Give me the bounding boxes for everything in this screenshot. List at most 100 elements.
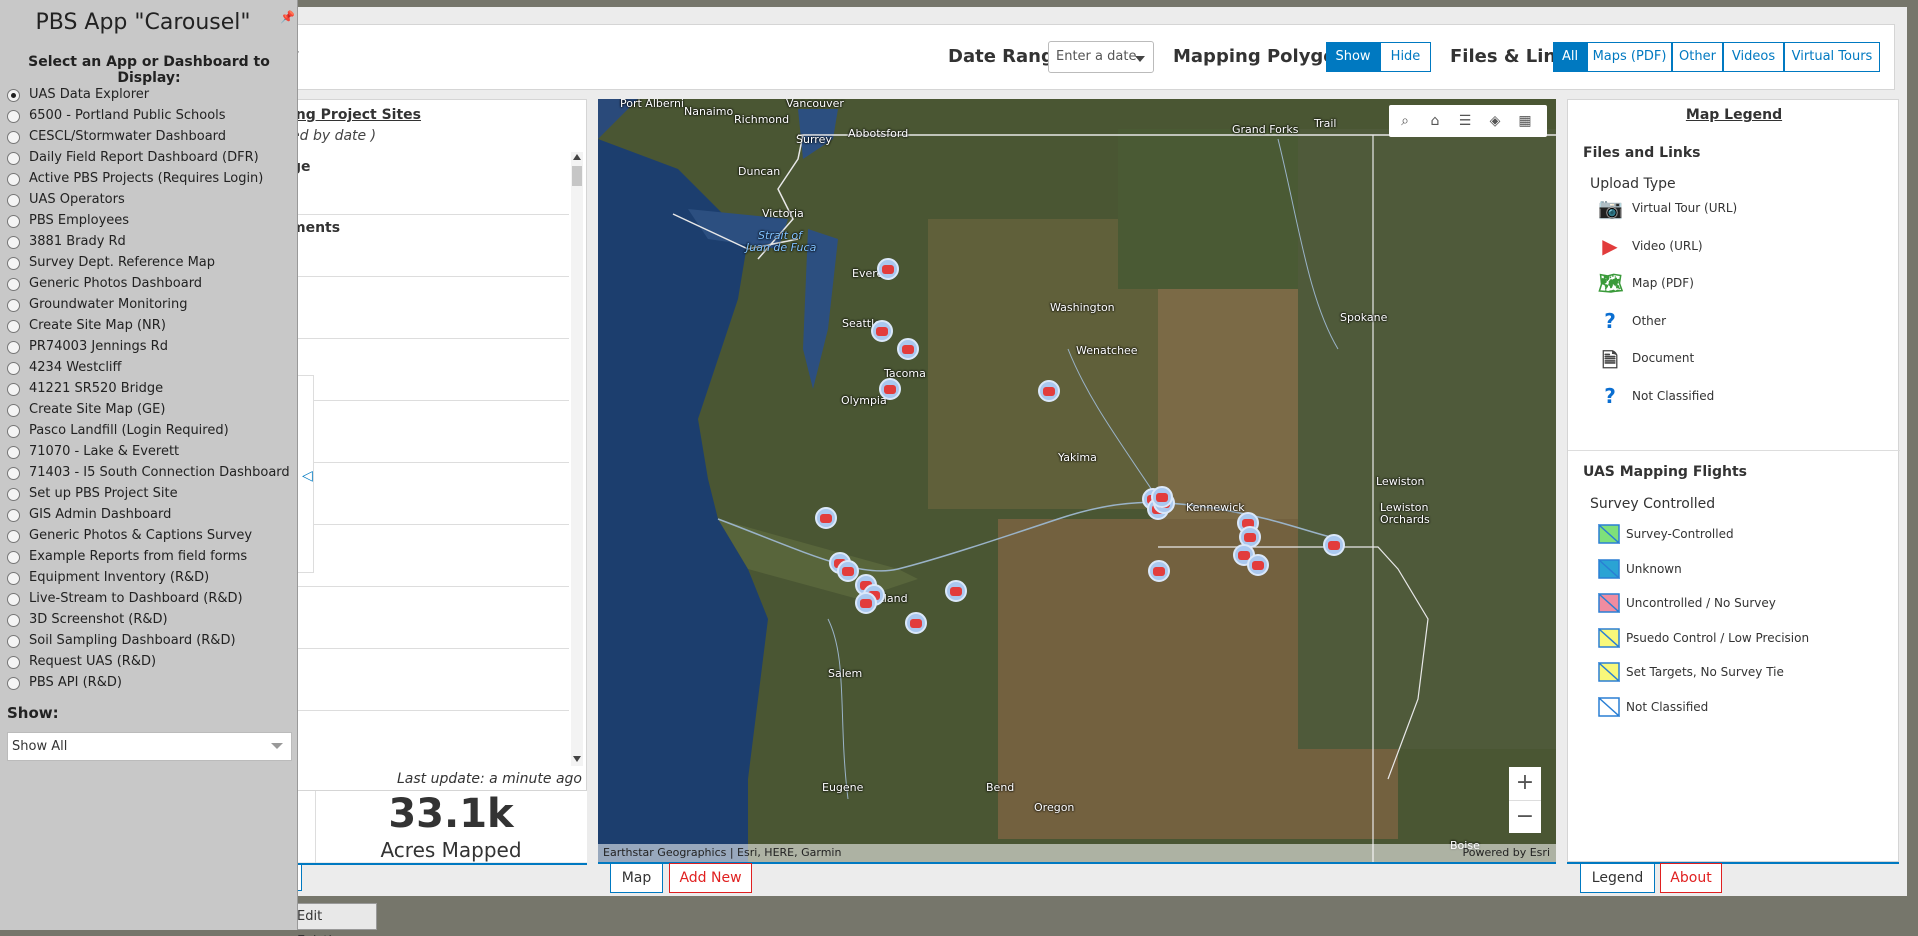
video-marker-icon[interactable] bbox=[945, 580, 967, 602]
video-marker-icon[interactable] bbox=[905, 612, 927, 634]
radio-button[interactable] bbox=[7, 446, 20, 459]
radio-button[interactable] bbox=[7, 572, 20, 585]
radio-button[interactable] bbox=[7, 89, 20, 102]
project-list-title: ing Project Sites bbox=[291, 107, 422, 123]
home-icon[interactable]: ⌂ bbox=[1427, 113, 1443, 129]
radio-button[interactable] bbox=[7, 593, 20, 606]
video-marker-icon[interactable] bbox=[871, 320, 893, 342]
filter-other-button[interactable]: Other bbox=[1672, 42, 1723, 72]
divider bbox=[291, 710, 569, 711]
divider bbox=[291, 648, 569, 649]
layers-icon[interactable]: ◈ bbox=[1487, 113, 1503, 129]
edit-existing-button[interactable]: Edit Existing bbox=[290, 903, 377, 936]
tab-map[interactable]: Map bbox=[610, 863, 663, 893]
radio-button[interactable] bbox=[7, 320, 20, 333]
radio-button[interactable] bbox=[7, 677, 20, 690]
map-place-label: Port Alberni bbox=[620, 99, 684, 110]
radio-button[interactable] bbox=[7, 530, 20, 543]
powered-by-text[interactable]: Powered by Esri bbox=[1462, 844, 1550, 862]
radio-button[interactable] bbox=[7, 215, 20, 228]
map-place-label: Salem bbox=[828, 667, 863, 680]
legend-title: Map Legend bbox=[1685, 107, 1783, 123]
search-icon[interactable]: ⌕ bbox=[1397, 113, 1413, 129]
acres-mapped-indicator: 33.1k Acres Mapped bbox=[290, 790, 587, 863]
pin-icon[interactable]: 📌 bbox=[280, 10, 295, 26]
divider bbox=[1568, 450, 1900, 451]
radio-button[interactable] bbox=[7, 299, 20, 312]
video-marker-icon[interactable] bbox=[1148, 560, 1170, 582]
video-marker-icon[interactable] bbox=[1247, 554, 1269, 576]
app-option-label: Equipment Inventory (R&D) bbox=[29, 570, 210, 585]
radio-button[interactable] bbox=[7, 110, 20, 123]
legend-panel: Map Legend Files and Links Upload Type 📷… bbox=[1567, 99, 1900, 862]
tab-about[interactable]: About bbox=[1660, 863, 1722, 893]
app-option-label: 3D Screenshot (R&D) bbox=[29, 612, 168, 627]
map-place-label: Nanaimo bbox=[684, 105, 734, 118]
radio-button[interactable] bbox=[7, 425, 20, 438]
filter-videos-button[interactable]: Videos bbox=[1723, 42, 1784, 72]
date-range-placeholder: Enter a date bbox=[1056, 49, 1137, 64]
filter-all-button[interactable]: All bbox=[1553, 42, 1587, 72]
video-marker-icon[interactable] bbox=[1038, 380, 1060, 402]
radio-button[interactable] bbox=[7, 635, 20, 648]
zoom-in-button[interactable]: + bbox=[1509, 767, 1541, 800]
radio-button[interactable] bbox=[7, 488, 20, 501]
radio-button[interactable] bbox=[7, 194, 20, 207]
scroll-up-icon[interactable] bbox=[573, 154, 581, 160]
scroll-down-icon[interactable] bbox=[573, 756, 581, 762]
video-marker-icon[interactable] bbox=[879, 378, 901, 400]
radio-button[interactable] bbox=[7, 383, 20, 396]
basemap-gallery-icon[interactable]: ▦ bbox=[1517, 113, 1533, 129]
filter-maps-button[interactable]: Maps (PDF) bbox=[1587, 42, 1672, 72]
list-item[interactable]: ments bbox=[291, 220, 340, 236]
video-marker-icon[interactable] bbox=[855, 592, 877, 614]
legend-item-label: Other bbox=[1632, 313, 1667, 328]
legend-item-label: Survey-Controlled bbox=[1626, 527, 1734, 541]
list-scrollbar[interactable] bbox=[571, 152, 583, 766]
legend-item-label: Not Classified bbox=[1626, 699, 1709, 714]
video-marker-icon[interactable] bbox=[877, 258, 899, 280]
header-bar: r Date Range Enter a date Mapping Polygo… bbox=[290, 24, 1895, 90]
map-place-label: Richmond bbox=[734, 113, 790, 126]
radio-button[interactable] bbox=[7, 509, 20, 522]
polygon-swatch bbox=[1598, 662, 1620, 682]
video-marker-icon[interactable] bbox=[897, 338, 919, 360]
polygons-show-button[interactable]: Show bbox=[1326, 42, 1380, 72]
zoom-out-button[interactable]: − bbox=[1509, 800, 1541, 833]
radio-button[interactable] bbox=[7, 404, 20, 417]
filter-virtual-tours-button[interactable]: Virtual Tours bbox=[1784, 42, 1880, 72]
tab-legend[interactable]: Legend bbox=[1580, 863, 1655, 893]
radio-button[interactable] bbox=[7, 341, 20, 354]
date-range-select[interactable]: Enter a date bbox=[1048, 41, 1154, 73]
radio-button[interactable] bbox=[7, 362, 20, 375]
show-filter-select[interactable]: Show All bbox=[7, 732, 292, 761]
radio-button[interactable] bbox=[7, 236, 20, 249]
radio-button[interactable] bbox=[7, 467, 20, 480]
radio-button[interactable] bbox=[7, 152, 20, 165]
tab-add-new[interactable]: Add New bbox=[669, 863, 752, 893]
video-marker-icon[interactable] bbox=[1151, 486, 1173, 508]
scroll-thumb[interactable] bbox=[572, 166, 582, 186]
radio-button[interactable] bbox=[7, 614, 20, 627]
app-option-label: Create Site Map (GE) bbox=[29, 402, 166, 417]
radio-button[interactable] bbox=[7, 551, 20, 564]
app-option-label: 71070 - Lake & Everett bbox=[29, 444, 180, 459]
show-filter-value: Show All bbox=[12, 739, 68, 754]
app-option-label: 3881 Brady Rd bbox=[29, 234, 126, 249]
video-marker-icon[interactable] bbox=[815, 507, 837, 529]
radio-button[interactable] bbox=[7, 656, 20, 669]
polygons-hide-button[interactable]: Hide bbox=[1380, 42, 1431, 72]
video-marker-icon[interactable] bbox=[1323, 534, 1345, 556]
radio-button[interactable] bbox=[7, 278, 20, 291]
map-view[interactable]: Port Alberni Nanaimo Vancouver Richmond Surr… bbox=[598, 99, 1556, 862]
radio-button[interactable] bbox=[7, 257, 20, 270]
list-icon[interactable]: ☰ bbox=[1457, 113, 1473, 129]
app-option-label: Groundwater Monitoring bbox=[29, 297, 188, 312]
map-place-label: Trail bbox=[1314, 117, 1337, 130]
polygon-swatch bbox=[1598, 558, 1620, 579]
app-carousel-panel: PBS App "Carousel" 📌 Select an App or Da… bbox=[0, 0, 298, 930]
show-label: Show: bbox=[7, 704, 59, 722]
radio-button[interactable] bbox=[7, 131, 20, 144]
map-icon: 🗺 bbox=[1598, 271, 1624, 295]
radio-button[interactable] bbox=[7, 173, 20, 186]
